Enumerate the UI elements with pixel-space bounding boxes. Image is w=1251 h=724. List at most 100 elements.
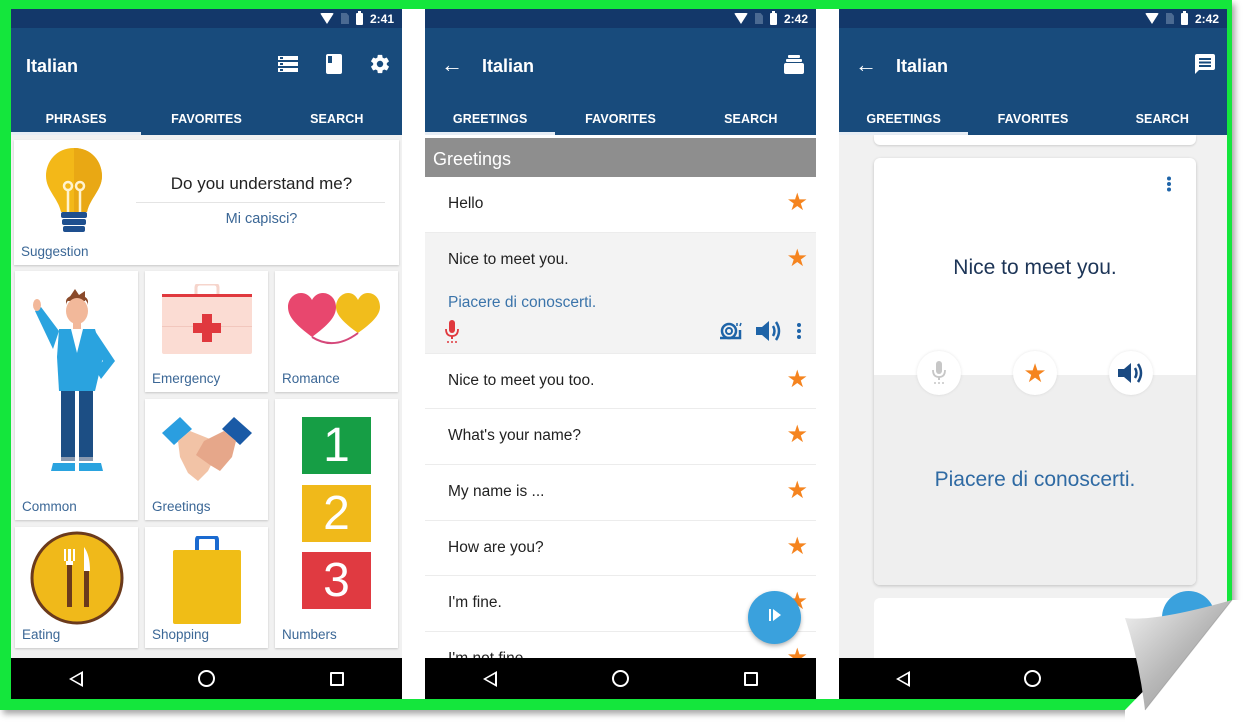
phrase-row[interactable]: What's your name? ★ <box>425 409 816 466</box>
section-header: Greetings <box>425 138 816 177</box>
app-title: Italian <box>482 56 535 76</box>
shopping-bag-icon <box>171 535 243 629</box>
status-bar: 2:41 <box>11 9 402 28</box>
nav-recents-icon[interactable] <box>1155 671 1170 686</box>
battery-icon <box>1180 10 1188 25</box>
nav-home-icon[interactable] <box>1024 670 1042 687</box>
flashcard-translation: Piacere di conoscerti. <box>934 468 1136 491</box>
person-icon <box>31 287 123 488</box>
phrase-text: Hello <box>448 195 484 212</box>
flashcard-phrase: Nice to meet you. <box>953 256 1117 279</box>
category-label: Romance <box>282 371 340 386</box>
suggestion-translation: Mi capisci? <box>225 211 298 227</box>
category-common[interactable]: Common <box>15 271 138 520</box>
hearts-icon <box>288 293 384 354</box>
category-numbers[interactable]: 1 2 3 Numbers <box>275 399 398 648</box>
flashcards-icon[interactable] <box>782 52 806 76</box>
number-two-tile: 2 <box>302 485 371 542</box>
category-eating[interactable]: Eating <box>15 527 138 648</box>
tab-favorites[interactable]: FAVORITES <box>555 98 685 135</box>
microphone-icon[interactable] <box>444 319 460 349</box>
status-time: 2:41 <box>369 11 394 26</box>
speaker-icon <box>1118 363 1143 383</box>
system-nav-bar <box>839 658 1227 699</box>
number-one-tile: 1 <box>302 417 371 474</box>
settings-icon[interactable] <box>368 52 392 76</box>
nav-back-icon[interactable] <box>896 670 911 687</box>
favorite-star-icon[interactable]: ★ <box>786 367 808 392</box>
category-romance[interactable]: Romance <box>275 271 398 392</box>
status-time: 2:42 <box>1194 11 1219 26</box>
slow-playback-snail-icon[interactable] <box>720 322 742 345</box>
number-three-tile: 3 <box>302 552 371 609</box>
tab-search[interactable]: SEARCH <box>272 98 402 135</box>
tab-phrases[interactable]: PHRASES <box>11 98 142 135</box>
nav-home-icon[interactable] <box>611 670 629 687</box>
favorite-star-icon[interactable]: ★ <box>786 246 808 271</box>
phrase-row[interactable]: Hello ★ <box>425 177 816 233</box>
suggestion-card[interactable]: Suggestion Do you understand me? Mi capi… <box>14 140 399 265</box>
play-icon <box>767 607 783 628</box>
record-button[interactable] <box>917 351 961 395</box>
play-audio-button[interactable] <box>1109 351 1153 395</box>
nav-recents-icon[interactable] <box>330 671 345 686</box>
fork-knife-icon <box>30 531 124 630</box>
category-greetings[interactable]: Greetings <box>145 399 268 520</box>
phrase-row[interactable]: Nice to meet you too. ★ <box>425 353 816 410</box>
more-options-icon[interactable] <box>796 322 802 345</box>
app-bar: Italian PHRASES FAVORITES SEARCH <box>11 28 402 135</box>
battery-icon <box>769 10 777 25</box>
app-title: Italian <box>896 56 949 76</box>
phrase-row[interactable]: How are you? ★ <box>425 520 816 577</box>
phone-screen-phrases: 2:41 Italian PHRASES FAVORITES SEARCH Su… <box>11 9 402 699</box>
category-emergency[interactable]: Emergency <box>145 271 268 392</box>
nav-recents-icon[interactable] <box>744 671 759 686</box>
message-icon[interactable] <box>1193 52 1217 76</box>
nav-back-icon[interactable] <box>68 670 83 687</box>
flashcard[interactable]: Nice to meet you. ★ Piacere di conoscert… <box>874 158 1196 585</box>
favorite-star-icon: ★ <box>1023 358 1047 388</box>
tab-search[interactable]: SEARCH <box>1098 98 1227 135</box>
book-icon[interactable] <box>322 52 346 76</box>
phrase-text: I'm fine. <box>448 594 502 612</box>
category-label: Shopping <box>152 627 210 642</box>
phone-screen-flashcard: 2:42 ← Italian GREETINGS FAVORITES SEARC… <box>839 9 1227 699</box>
system-nav-bar <box>425 658 816 699</box>
back-arrow-icon[interactable]: ← <box>855 54 877 76</box>
wifi-icon <box>319 13 334 24</box>
favorite-star-icon[interactable]: ★ <box>786 534 808 559</box>
category-label: Greetings <box>152 499 211 514</box>
no-sim-icon <box>1165 13 1174 24</box>
phrase-text: Nice to meet you. <box>448 250 569 268</box>
phrase-row-expanded[interactable]: Nice to meet you. ★ Piacere di conoscert… <box>425 232 816 354</box>
tab-greetings[interactable]: GREETINGS <box>425 98 556 135</box>
divider <box>136 202 385 203</box>
tab-greetings[interactable]: GREETINGS <box>839 98 969 135</box>
play-all-button[interactable] <box>1162 591 1215 644</box>
tab-favorites[interactable]: FAVORITES <box>141 98 271 135</box>
back-arrow-icon[interactable]: ← <box>441 54 463 76</box>
divider <box>402 9 425 699</box>
category-label: Emergency <box>152 371 221 386</box>
speaker-icon[interactable] <box>756 320 782 347</box>
tab-favorites[interactable]: FAVORITES <box>968 98 1097 135</box>
favorite-star-icon[interactable]: ★ <box>786 423 808 447</box>
play-all-button[interactable] <box>748 591 801 644</box>
nav-home-icon[interactable] <box>197 670 215 687</box>
category-shopping[interactable]: Shopping <box>145 527 268 648</box>
list-icon[interactable] <box>276 52 300 76</box>
phone-screen-greetings-list: 2:42 ← Italian GREETINGS FAVORITES SEARC… <box>425 9 816 699</box>
nav-back-icon[interactable] <box>482 670 497 687</box>
phrase-row[interactable]: My name is ... ★ <box>425 465 816 521</box>
app-title: Italian <box>26 56 79 76</box>
favorite-star-icon[interactable]: ★ <box>786 191 808 215</box>
favorite-star-icon[interactable]: ★ <box>786 479 808 503</box>
more-options-icon[interactable] <box>1166 176 1172 197</box>
phrase-text: My name is ... <box>448 483 545 501</box>
phrase-translation: Piacere di conoscerti. <box>448 293 597 311</box>
favorite-button[interactable]: ★ <box>1013 351 1057 395</box>
suggestion-phrase: Do you understand me? <box>170 174 353 193</box>
tab-search[interactable]: SEARCH <box>686 98 816 135</box>
handshake-icon <box>160 413 254 490</box>
phrase-text: What's your name? <box>448 427 582 445</box>
